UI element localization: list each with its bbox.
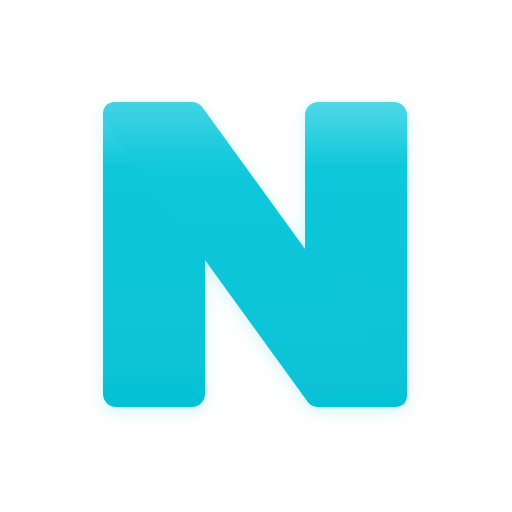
- app-icon-canvas: [0, 0, 512, 512]
- letter-n-logo-icon: [103, 102, 407, 407]
